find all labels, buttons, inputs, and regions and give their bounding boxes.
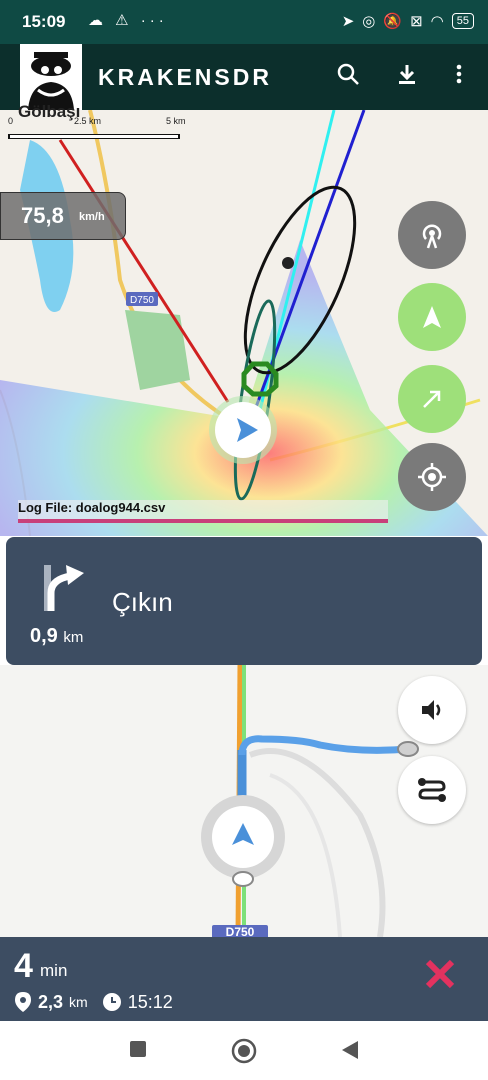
recents-icon (130, 1041, 146, 1057)
volume-icon (422, 700, 441, 720)
wifi-icon: ◠ (430, 13, 444, 30)
speed-indicator: 75,8 km/h (0, 192, 126, 240)
navigation-instruction-card[interactable]: Çıkın 0,9 km (6, 537, 482, 665)
no-sim-icon: ⊠ (410, 13, 423, 30)
status-time: 15:09 (22, 12, 66, 31)
instruction-distance-value: 0,9 (30, 625, 58, 647)
location-icon: ➤ (341, 13, 355, 30)
turn-right-icon (44, 565, 84, 611)
back-button[interactable] (340, 1039, 360, 1067)
direction-arrow-icon (423, 390, 441, 408)
navigation-arrow-button[interactable] (398, 283, 466, 351)
route-options-button[interactable] (398, 756, 466, 824)
svg-text:D750: D750 (130, 295, 154, 306)
eta-arrival-time: 15:12 (127, 991, 173, 1012)
direction-arrow-button[interactable] (398, 365, 466, 433)
app-bar: KRAKENSDR (0, 44, 488, 110)
scale-label-5: 5 km (166, 116, 186, 126)
app-logo (20, 44, 82, 110)
hotspot-icon: ◎ (362, 13, 376, 30)
more-vert-icon (456, 64, 462, 84)
download-icon (399, 65, 415, 84)
app-title: KRAKENSDR (98, 64, 272, 90)
instruction-text: Çıkın (112, 587, 173, 617)
speed-value: 75,8 (21, 203, 64, 228)
mute-icon: 🔕 (383, 13, 403, 30)
locate-icon (418, 463, 446, 491)
route-icon (418, 778, 446, 802)
home-button[interactable] (231, 1038, 257, 1070)
status-system-icons: ➤ ◎ 🔕 ⊠ ◠ 55 (342, 12, 474, 30)
close-icon (425, 959, 455, 989)
download-button[interactable] (392, 62, 422, 92)
eta-bar: 4 min 2,3 km 15:12 (0, 937, 488, 1021)
place-label: Gölbaşı (18, 102, 81, 121)
instruction-distance: 0,9 km (30, 625, 83, 648)
distance-pin-icon (15, 992, 31, 1012)
back-icon (342, 1041, 358, 1059)
navigation-arrow-icon (423, 306, 441, 328)
eta-minutes: 4 (14, 947, 33, 985)
search-button[interactable] (333, 62, 363, 92)
antenna-button[interactable] (398, 201, 466, 269)
eta-distance-value: 2,3 (38, 991, 64, 1012)
battery-icon: 55 (451, 13, 474, 29)
system-navigation-bar (0, 1021, 488, 1080)
cancel-navigation-button[interactable] (424, 957, 456, 1000)
home-icon (231, 1038, 257, 1064)
clock-icon (102, 993, 121, 1011)
more-options-button[interactable] (444, 62, 474, 92)
sound-button[interactable] (398, 676, 466, 744)
status-bar: 15:09 ☁ ⚠ ··· ➤ ◎ 🔕 ⊠ ◠ 55 (0, 0, 488, 44)
navigation-map[interactable]: D750 (0, 665, 488, 937)
antenna-icon (422, 224, 442, 249)
log-file-underline (18, 519, 388, 523)
status-notification-icons: ☁ ⚠ ··· (88, 12, 168, 29)
log-file-label: Log File: doalog944.csv (18, 500, 388, 520)
eta-distance-unit: km (69, 994, 88, 1010)
scale-label-0: 0 (8, 116, 14, 126)
locate-button[interactable] (398, 443, 466, 511)
svg-text:D750: D750 (226, 925, 255, 937)
recents-button[interactable] (128, 1039, 148, 1065)
search-icon (337, 63, 359, 85)
eta-minutes-unit: min (40, 961, 68, 980)
speed-unit: km/h (79, 211, 105, 223)
eta-details: 2,3 km 15:12 (14, 991, 173, 1013)
instruction-distance-unit: km (63, 629, 84, 646)
